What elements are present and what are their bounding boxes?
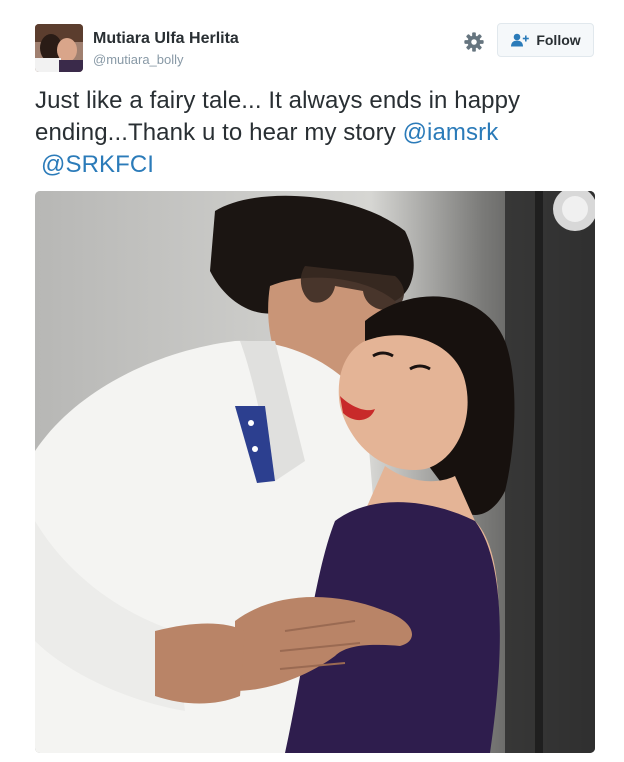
follow-button[interactable]: Follow (497, 23, 594, 57)
tweet-text: Just like a fairy tale... It always ends… (35, 85, 595, 181)
avatar[interactable] (35, 24, 83, 72)
follow-label: Follow (536, 32, 581, 48)
tweet-photo-image (35, 191, 595, 753)
tweet-text-line1: Just like a fairy tale... It always ends… (35, 87, 521, 114)
tweet-photo[interactable] (35, 191, 595, 753)
add-person-icon (510, 33, 530, 47)
mention-link-srkfci[interactable]: @SRKFCI (41, 151, 154, 178)
mention-link-iamsrk[interactable]: @iamsrk (403, 119, 499, 146)
user-handle[interactable]: @mutiara_bolly (93, 52, 184, 67)
gear-icon[interactable] (463, 31, 485, 53)
user-display-name[interactable]: Mutiara Ulfa Herlita (93, 30, 239, 48)
tweet-text-line2: ending...Thank u to hear my story (35, 119, 403, 146)
avatar-photo (35, 24, 83, 72)
